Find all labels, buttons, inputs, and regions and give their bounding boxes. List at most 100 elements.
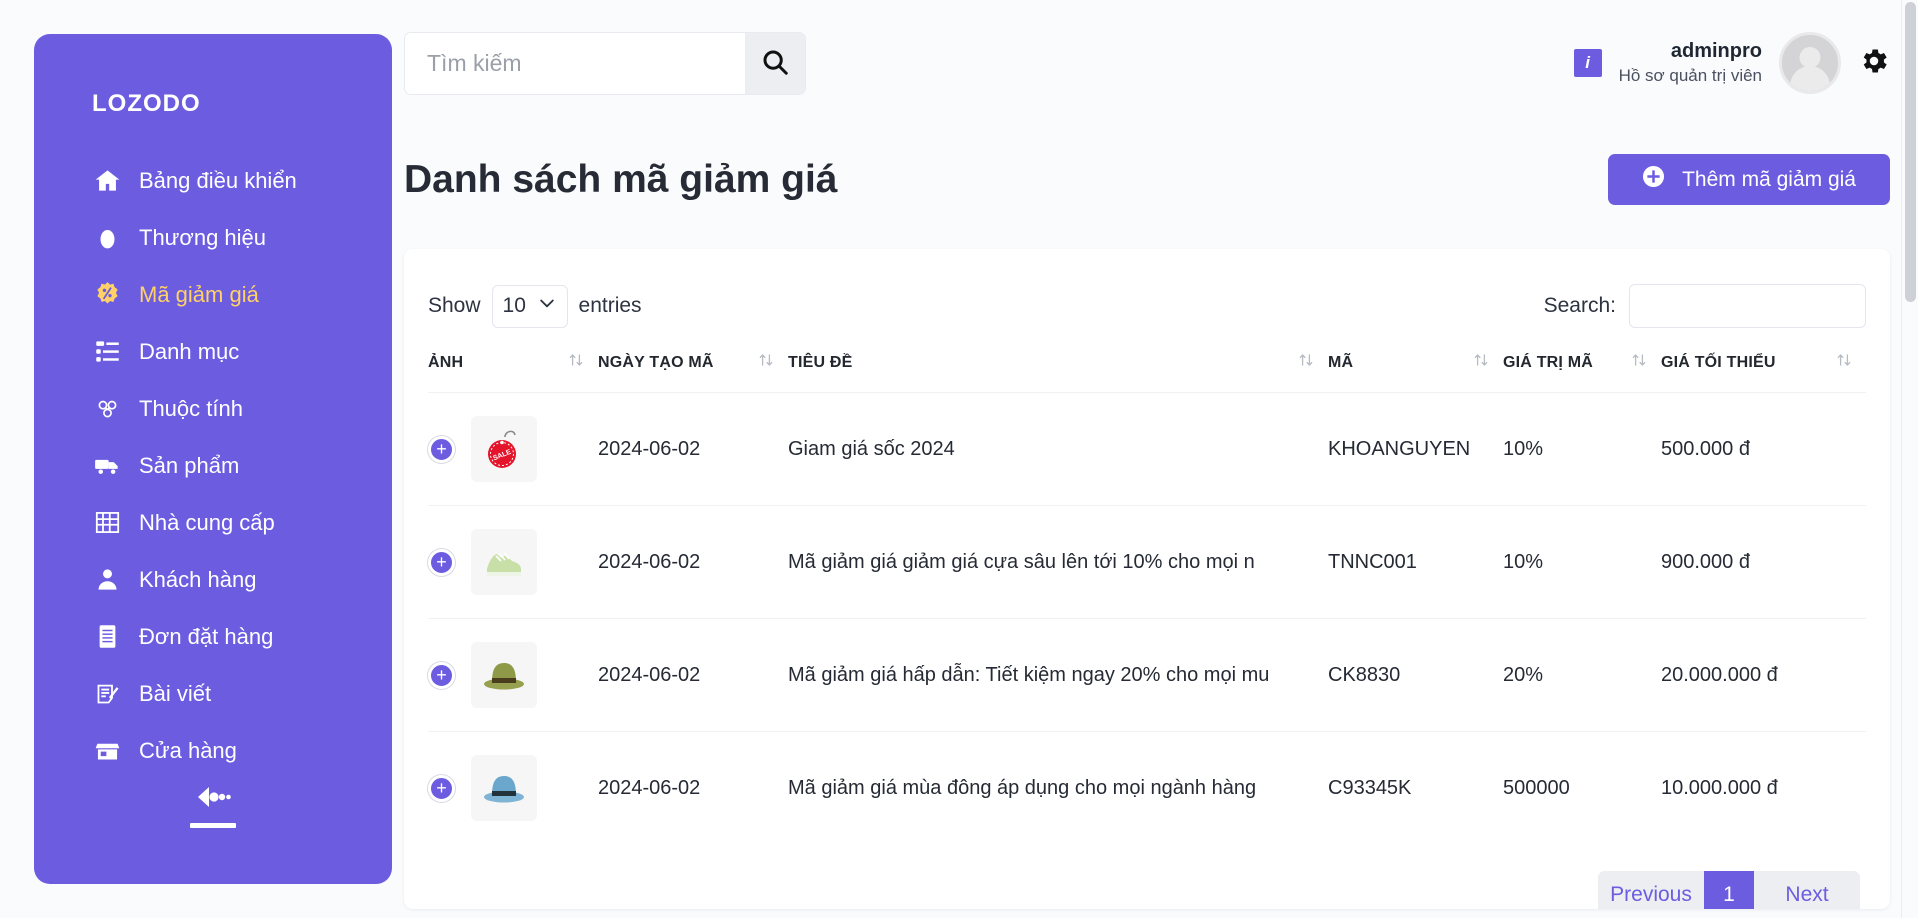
table-head: ẢNH NGÀY TẠO MÃ TIÊU ĐỀ MÃ GIÁ TRỊ MÃ GI…	[428, 337, 1866, 393]
page-length-select[interactable]: 10	[491, 284, 568, 328]
gear-icon	[1858, 45, 1890, 82]
user-info: adminpro Hồ sơ quản trị viên	[1619, 38, 1762, 88]
user-role: Hồ sơ quản trị viên	[1618, 66, 1762, 86]
cell-min-price: 900.000 đ	[1661, 505, 1866, 619]
discount-badge-icon	[94, 281, 121, 308]
brand-logo: LOZODO	[92, 90, 201, 117]
home-icon	[94, 167, 121, 194]
info-badge-icon[interactable]: i	[1573, 49, 1602, 77]
pagination-page-1[interactable]: 1	[1704, 870, 1754, 909]
store-icon	[94, 737, 121, 764]
table-controls: Show 10 entries Search:	[428, 275, 1866, 337]
blue-hat-image	[471, 755, 537, 822]
avatar[interactable]	[1779, 32, 1841, 94]
search-button[interactable]	[745, 32, 805, 94]
cell-date: 2024-06-02	[598, 392, 788, 506]
table-row: + 2024-06-02 Mã giảm giá giảm giá cựa sâu…	[428, 505, 1866, 619]
collapse-sidebar-button[interactable]	[34, 785, 392, 828]
sidebar-item-6[interactable]: Sản phẩm	[34, 437, 392, 494]
column-label: NGÀY TẠO MÃ	[598, 353, 714, 371]
global-search	[404, 31, 806, 95]
column-header-4[interactable]: MÃ	[1328, 337, 1503, 393]
sidebar-item-3[interactable]: Mã giảm giá	[34, 266, 392, 323]
sidebar-item-5[interactable]: Thuộc tính	[34, 380, 392, 437]
column-header-3[interactable]: TIÊU ĐỀ	[788, 337, 1328, 393]
column-header-6[interactable]: GIÁ TỐI THIỂU	[1661, 337, 1866, 393]
olive-hat-image	[471, 642, 537, 708]
expand-row-button[interactable]: +	[428, 548, 455, 576]
discount-codes-table: ẢNH NGÀY TẠO MÃ TIÊU ĐỀ MÃ GIÁ TRỊ MÃ GI…	[428, 337, 1866, 845]
settings-button[interactable]	[1858, 45, 1890, 82]
sidebar-item-4[interactable]: Danh mục	[34, 323, 392, 380]
page-scrollbar[interactable]	[1901, 0, 1918, 918]
add-button-label: Thêm mã giảm giá	[1682, 167, 1856, 191]
sidebar-item-label: Đơn đặt hàng	[139, 623, 274, 649]
top-bar: i adminpro Hồ sơ quản trị viên	[392, 0, 1918, 126]
page-header: Danh sách mã giảm giá Thêm mã giảm giá	[392, 126, 1918, 205]
edit-document-icon	[94, 680, 121, 707]
sidebar-item-label: Thuộc tính	[139, 395, 243, 421]
sidebar-item-9[interactable]: Đơn đặt hàng	[34, 608, 392, 665]
sidebar-item-1[interactable]: Bảng điều khiển	[34, 152, 392, 209]
column-header-1[interactable]: ẢNH	[428, 337, 598, 393]
sale-tag-red-image: SALE	[471, 416, 537, 482]
cell-min-price: 20.000.000 đ	[1661, 618, 1866, 732]
sidebar-item-label: Sản phẩm	[139, 452, 240, 478]
pager-group: Previous 1 Next	[1598, 870, 1860, 909]
search-icon	[760, 47, 790, 80]
pagination-previous[interactable]: Previous	[1598, 870, 1704, 909]
column-header-2[interactable]: NGÀY TẠO MÃ	[598, 337, 788, 393]
plus-circle-icon	[1642, 165, 1665, 194]
sidebar-item-7[interactable]: Nhà cung cấp	[34, 494, 392, 551]
spiral-attributes-icon	[94, 395, 121, 422]
sort-updown-icon[interactable]	[1836, 351, 1866, 374]
sort-updown-icon[interactable]	[1298, 351, 1328, 374]
sidebar-item-2[interactable]: Thương hiệu	[34, 209, 392, 266]
cell-min-price: 500.000 đ	[1661, 392, 1866, 506]
page-length-control: Show 10 entries	[428, 284, 642, 328]
sort-updown-icon[interactable]	[568, 351, 598, 374]
green-sneakers-image	[471, 529, 537, 595]
category-list-icon	[94, 338, 121, 365]
search-input[interactable]	[405, 32, 745, 94]
expand-row-button[interactable]: +	[428, 661, 455, 689]
sort-updown-icon[interactable]	[758, 351, 788, 374]
column-header-5[interactable]: GIÁ TRỊ MÃ	[1503, 337, 1661, 393]
cell-image: +	[428, 731, 598, 845]
sort-updown-icon[interactable]	[1473, 351, 1503, 374]
table-body: + SALE 2024-06-02 Giam giá sốc 2024 KHOANG…	[428, 392, 1866, 845]
cell-value: 10%	[1503, 505, 1661, 619]
column-label: GIÁ TRỊ MÃ	[1503, 353, 1593, 371]
sidebar-item-label: Thương hiệu	[139, 224, 267, 250]
cell-image: +	[428, 505, 598, 619]
expand-row-button[interactable]: +	[428, 435, 455, 463]
cell-title: Mã giảm giá giảm giá cựa sâu lên tới 10%…	[788, 505, 1328, 619]
pagination: Previous 1 Next	[428, 845, 1866, 909]
person-icon	[94, 566, 121, 593]
table-row: + 2024-06-02 Mã giảm giá mùa đông áp dụng…	[428, 731, 1866, 845]
cell-min-price: 10.000.000 đ	[1661, 731, 1866, 845]
pagination-next[interactable]: Next	[1754, 870, 1860, 909]
table-search-input[interactable]	[1629, 284, 1866, 328]
arrow-left-dots-icon	[195, 785, 231, 814]
show-label: Show	[428, 294, 481, 317]
sidebar-item-11[interactable]: Cửa hàng	[34, 722, 392, 779]
sidebar-item-label: Bài viết	[139, 680, 212, 706]
notepad-icon	[94, 623, 121, 650]
sidebar-item-8[interactable]: Khách hàng	[34, 551, 392, 608]
sidebar-item-label: Cửa hàng	[139, 737, 237, 763]
sort-updown-icon[interactable]	[1631, 351, 1661, 374]
sidebar-nav: Bảng điều khiển Thương hiệu Mã giảm giá Dan…	[34, 152, 392, 779]
sidebar-item-label: Mã giảm giá	[139, 281, 259, 307]
cell-image: + SALE	[428, 392, 598, 506]
expand-row-button[interactable]: +	[428, 774, 455, 802]
column-label: GIÁ TỐI THIỂU	[1661, 353, 1776, 371]
page-length-value: 10	[502, 294, 526, 317]
egg-icon	[94, 224, 121, 251]
page-scrollbar-thumb[interactable]	[1905, 2, 1916, 302]
cell-date: 2024-06-02	[598, 618, 788, 732]
sidebar-item-10[interactable]: Bài viết	[34, 665, 392, 722]
add-discount-code-button[interactable]: Thêm mã giảm giá	[1608, 154, 1890, 205]
column-label: ẢNH	[428, 353, 464, 371]
cell-value: 10%	[1503, 392, 1661, 506]
